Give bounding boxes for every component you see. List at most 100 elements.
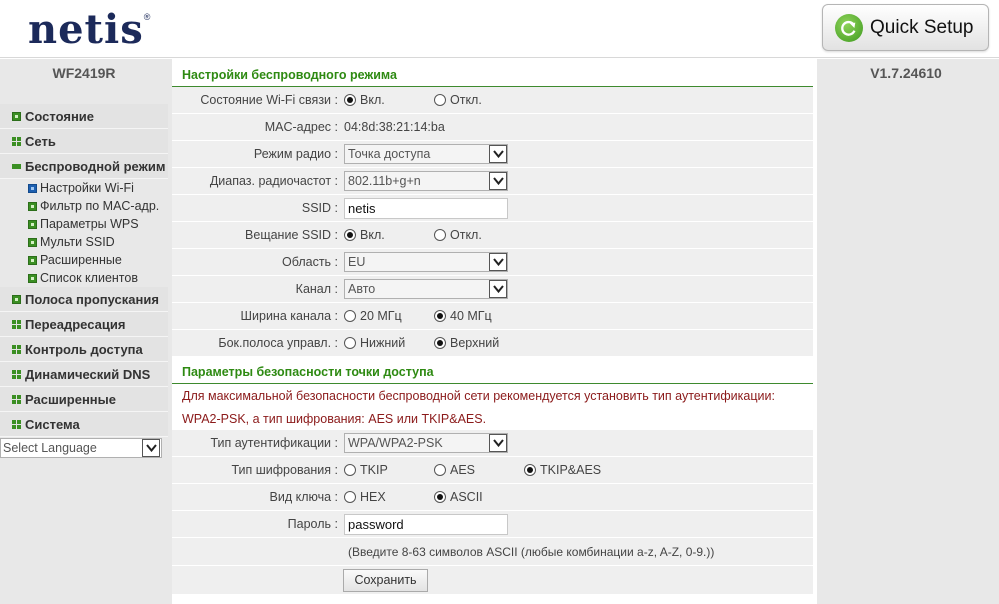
radio-label: Вкл. bbox=[360, 93, 385, 107]
row-key-type: Вид ключа : HEX ASCII bbox=[172, 484, 813, 511]
quick-setup-button[interactable]: Quick Setup bbox=[822, 4, 989, 51]
chevron-down-icon bbox=[489, 253, 507, 271]
sidebar-subitem-multi-ssid[interactable]: Мульти SSID bbox=[0, 233, 168, 251]
sidebar-item-network[interactable]: Сеть bbox=[0, 129, 168, 154]
broadcast-off-radio[interactable]: Откл. bbox=[434, 228, 482, 242]
row-ssid-broadcast: Вещание SSID : Вкл. Откл. bbox=[172, 222, 813, 249]
band-select[interactable]: 802.11b+g+n bbox=[344, 171, 508, 191]
field-label: Вид ключа : bbox=[269, 490, 339, 504]
chevron-down-icon bbox=[489, 145, 507, 163]
row-wifi-state: Состояние Wi-Fi связи : Вкл. Откл. bbox=[172, 87, 813, 114]
ssid-input[interactable] bbox=[344, 197, 508, 219]
sidebar-item-status[interactable]: Состояние bbox=[0, 104, 168, 129]
sidebar-item-advanced[interactable]: Расширенные bbox=[0, 387, 168, 412]
expand-plus-icon bbox=[12, 294, 21, 304]
sidebar-subitem-mac-filter[interactable]: Фильтр по MAC-адр. bbox=[0, 197, 168, 215]
radio-label: Верхний bbox=[450, 336, 500, 350]
bullet-icon bbox=[28, 219, 37, 229]
cipher-tkip-radio[interactable]: TKIP bbox=[344, 463, 434, 477]
radio-label: Откл. bbox=[450, 93, 482, 107]
sidebar-item-system[interactable]: Система bbox=[0, 412, 168, 437]
radio-dot bbox=[344, 464, 356, 476]
language-select-value: Select Language bbox=[3, 441, 97, 455]
security-warning-line1: Для максимальной безопасности беспроводн… bbox=[172, 384, 813, 407]
sidebar-subitem-label: Мульти SSID bbox=[40, 235, 115, 249]
radio-dot bbox=[434, 491, 446, 503]
select-value: Авто bbox=[348, 282, 376, 296]
bullet-icon bbox=[28, 255, 37, 265]
header: netis® Quick Setup bbox=[0, 0, 999, 58]
row-auth-type: Тип аутентификации : WPA/WPA2-PSK bbox=[172, 430, 813, 457]
sideband-upper-radio[interactable]: Верхний bbox=[434, 336, 499, 350]
chevron-down-icon bbox=[489, 172, 507, 190]
field-label: Диапаз. радиочастот : bbox=[209, 174, 338, 188]
sidebar-item-forwarding[interactable]: Переадресация bbox=[0, 312, 168, 337]
sidebar-item-bandwidth[interactable]: Полоса пропускания bbox=[0, 287, 168, 312]
grid-icon bbox=[12, 369, 21, 379]
chevron-down-icon bbox=[489, 280, 507, 298]
field-label: MAC-адрес : bbox=[264, 120, 338, 134]
radio-dot bbox=[434, 464, 446, 476]
row-password: Пароль : bbox=[172, 511, 813, 538]
key-hex-radio[interactable]: HEX bbox=[344, 490, 434, 504]
main-content: Настройки беспроводного режима Состояние… bbox=[172, 59, 817, 604]
row-region: Область : EU bbox=[172, 249, 813, 276]
row-sideband: Бок.полоса управл. : Нижний Верхний bbox=[172, 330, 813, 357]
sidebar-subitem-label: Фильтр по MAC-адр. bbox=[40, 199, 160, 213]
logo-text: netis bbox=[28, 6, 144, 53]
netis-logo[interactable]: netis® bbox=[28, 6, 151, 53]
sidebar-subitem-client-list[interactable]: Список клиентов bbox=[0, 269, 168, 287]
collapse-minus-icon bbox=[12, 163, 21, 169]
field-label: Тип шифрования : bbox=[231, 463, 338, 477]
row-band: Диапаз. радиочастот : 802.11b+g+n bbox=[172, 168, 813, 195]
radio-label: Вкл. bbox=[360, 228, 385, 242]
firmware-version: V1.7.24610 bbox=[870, 65, 942, 81]
save-button[interactable]: Сохранить bbox=[343, 568, 428, 592]
language-select[interactable]: Select Language bbox=[0, 438, 162, 458]
sidebar-subitem-advanced[interactable]: Расширенные bbox=[0, 251, 168, 269]
radio-label: ASCII bbox=[450, 490, 483, 504]
logo-registered-mark: ® bbox=[143, 12, 152, 22]
sidebar-subitem-label: Список клиентов bbox=[40, 271, 138, 285]
bullet-icon bbox=[28, 237, 37, 247]
sidebar-item-wireless[interactable]: Беспроводной режим bbox=[0, 154, 168, 179]
grid-icon bbox=[12, 394, 21, 404]
sidebar-subitem-label: Настройки Wi-Fi bbox=[40, 181, 134, 195]
radio-dot bbox=[344, 94, 356, 106]
sidebar-item-ddns[interactable]: Динамический DNS bbox=[0, 362, 168, 387]
grid-icon bbox=[12, 319, 21, 329]
section-title-security: Параметры безопасности точки доступа bbox=[172, 357, 813, 384]
auth-type-select[interactable]: WPA/WPA2-PSK bbox=[344, 433, 508, 453]
sidebar-item-label: Расширенные bbox=[25, 391, 116, 407]
width-20-radio[interactable]: 20 МГц bbox=[344, 309, 434, 323]
radio-label: Нижний bbox=[360, 336, 406, 350]
security-warning-line2: WPA2-PSK, а тип шифрования: AES или TKIP… bbox=[172, 407, 813, 430]
radio-dot bbox=[434, 310, 446, 322]
radio-dot bbox=[524, 464, 536, 476]
sidebar-subitem-wps[interactable]: Параметры WPS bbox=[0, 215, 168, 233]
sidebar-nav: Состояние Сеть Беспроводной режим Настро… bbox=[0, 104, 168, 437]
field-label: SSID : bbox=[301, 201, 338, 215]
radio-label: 20 МГц bbox=[360, 309, 402, 323]
section-title-wireless: Настройки беспроводного режима bbox=[172, 59, 813, 87]
channel-select[interactable]: Авто bbox=[344, 279, 508, 299]
radio-label: TKIP bbox=[360, 463, 388, 477]
region-select[interactable]: EU bbox=[344, 252, 508, 272]
sidebar-subitem-wifi-settings[interactable]: Настройки Wi-Fi bbox=[0, 179, 168, 197]
sideband-lower-radio[interactable]: Нижний bbox=[344, 336, 434, 350]
radio-label: Откл. bbox=[450, 228, 482, 242]
refresh-arrow-icon bbox=[835, 13, 863, 42]
key-ascii-radio[interactable]: ASCII bbox=[434, 490, 483, 504]
sidebar-item-access-control[interactable]: Контроль доступа bbox=[0, 337, 168, 362]
model-name: WF2419R bbox=[52, 65, 116, 81]
width-40-radio[interactable]: 40 МГц bbox=[434, 309, 492, 323]
password-input[interactable] bbox=[344, 513, 508, 535]
wifi-on-radio[interactable]: Вкл. bbox=[344, 93, 434, 107]
radio-mode-select[interactable]: Точка доступа bbox=[344, 144, 508, 164]
cipher-tkip-aes-radio[interactable]: TKIP&AES bbox=[524, 463, 601, 477]
bullet-icon bbox=[28, 273, 37, 283]
wifi-off-radio[interactable]: Откл. bbox=[434, 93, 482, 107]
broadcast-on-radio[interactable]: Вкл. bbox=[344, 228, 434, 242]
row-mac: MAC-адрес : 04:8d:38:21:14:ba bbox=[172, 114, 813, 141]
cipher-aes-radio[interactable]: AES bbox=[434, 463, 524, 477]
